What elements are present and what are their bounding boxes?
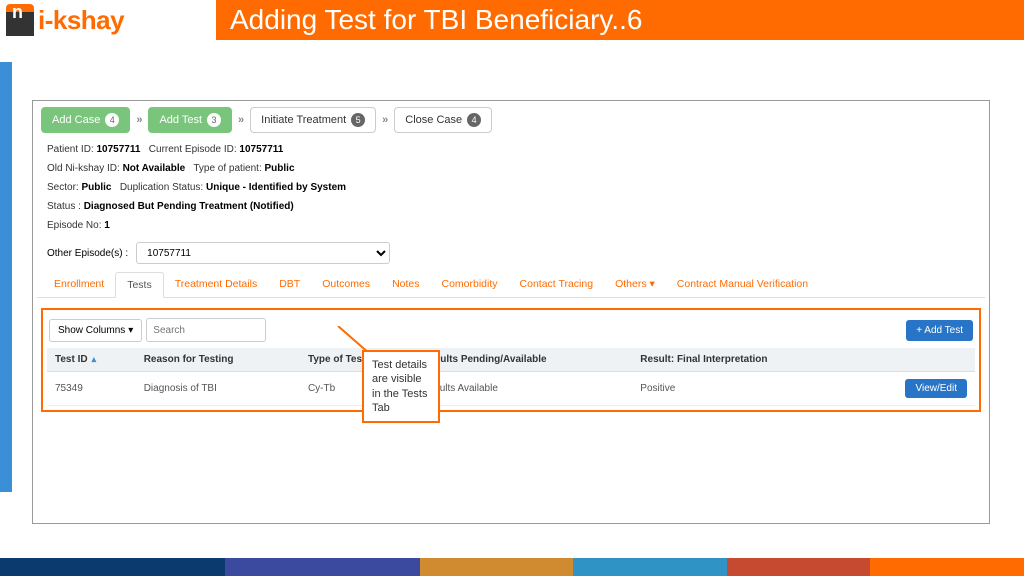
table-row: 75349 Diagnosis of TBI Cy-Tb Results Ava… bbox=[47, 372, 975, 406]
other-episodes-row: Other Episode(s) : 10757711 bbox=[37, 240, 985, 272]
close-case-badge: 4 bbox=[467, 113, 481, 127]
footer-color-strip bbox=[0, 558, 1024, 576]
current-episode-label: Current Episode ID: bbox=[149, 144, 237, 155]
tab-others[interactable]: Others ▾ bbox=[604, 272, 666, 297]
col-actions bbox=[855, 348, 975, 372]
patient-type-value: Public bbox=[265, 163, 295, 174]
show-columns-button[interactable]: Show Columns ▾ bbox=[49, 319, 142, 342]
sector-label: Sector: bbox=[47, 182, 79, 193]
workflow-step-bar: Add Case 4 » Add Test 3 » Initiate Treat… bbox=[37, 105, 985, 135]
tab-contact-tracing[interactable]: Contact Tracing bbox=[509, 272, 605, 297]
add-test-step-button[interactable]: Add Test 3 bbox=[148, 107, 232, 133]
patient-type-label: Type of patient: bbox=[193, 163, 261, 174]
initiate-treatment-step-button[interactable]: Initiate Treatment 5 bbox=[250, 107, 376, 133]
patient-id-value: 10757711 bbox=[96, 144, 140, 155]
episode-no-value: 1 bbox=[104, 220, 110, 231]
tab-comorbidity[interactable]: Comorbidity bbox=[431, 272, 509, 297]
other-episodes-select[interactable]: 10757711 bbox=[136, 242, 390, 264]
tests-table-area: Show Columns ▾ + Add Test Test ID▴ Reaso… bbox=[41, 308, 981, 412]
duplication-label: Duplication Status: bbox=[120, 182, 203, 193]
footer-segment bbox=[870, 558, 1024, 576]
cell-reason: Diagnosis of TBI bbox=[136, 372, 300, 406]
footer-segment bbox=[573, 558, 727, 576]
old-id-value: Not Available bbox=[123, 163, 186, 174]
footer-segment bbox=[225, 558, 420, 576]
patient-id-label: Patient ID: bbox=[47, 144, 94, 155]
add-test-button[interactable]: + Add Test bbox=[906, 320, 973, 341]
logo-area: i-kshay bbox=[0, 4, 216, 36]
tab-bar: Enrollment Tests Treatment Details DBT O… bbox=[37, 272, 985, 298]
tab-dbt[interactable]: DBT bbox=[268, 272, 311, 297]
callout-box: Test details are visible in the Tests Ta… bbox=[362, 350, 440, 423]
col-reason[interactable]: Reason for Testing bbox=[136, 348, 300, 372]
cell-results-pending: Results Available bbox=[414, 372, 632, 406]
add-case-step-button[interactable]: Add Case 4 bbox=[41, 107, 130, 133]
old-id-label: Old Ni-kshay ID: bbox=[47, 163, 120, 174]
add-case-badge: 4 bbox=[105, 113, 119, 127]
left-accent-strip bbox=[0, 62, 12, 492]
close-case-step-button[interactable]: Close Case 4 bbox=[394, 107, 492, 133]
tab-tests[interactable]: Tests bbox=[115, 272, 164, 298]
initiate-treatment-label: Initiate Treatment bbox=[261, 114, 346, 126]
tests-table: Test ID▴ Reason for Testing Type of Test… bbox=[47, 348, 975, 406]
footer-segment bbox=[420, 558, 574, 576]
caret-down-icon: ▾ bbox=[650, 278, 655, 290]
tab-outcomes[interactable]: Outcomes bbox=[311, 272, 381, 297]
initiate-treatment-badge: 5 bbox=[351, 113, 365, 127]
status-label: Status : bbox=[47, 201, 81, 212]
search-input[interactable] bbox=[146, 318, 266, 342]
tab-notes[interactable]: Notes bbox=[381, 272, 430, 297]
current-episode-value: 10757711 bbox=[239, 144, 283, 155]
view-edit-button[interactable]: View/Edit bbox=[905, 379, 967, 398]
add-case-label: Add Case bbox=[52, 114, 100, 126]
col-final-interpretation[interactable]: Result: Final Interpretation bbox=[632, 348, 854, 372]
chevron-right-icon: » bbox=[382, 114, 388, 126]
caret-down-icon: ▾ bbox=[128, 325, 133, 336]
other-episodes-label: Other Episode(s) : bbox=[47, 248, 128, 259]
patient-info-block: Patient ID: 10757711 Current Episode ID:… bbox=[37, 135, 985, 240]
sort-asc-icon: ▴ bbox=[92, 354, 97, 364]
close-case-label: Close Case bbox=[405, 114, 462, 126]
table-toolbar: Show Columns ▾ + Add Test bbox=[47, 314, 975, 348]
content-panel: Add Case 4 » Add Test 3 » Initiate Treat… bbox=[32, 100, 990, 524]
duplication-value: Unique - Identified by System bbox=[206, 182, 346, 193]
logo-text: i-kshay bbox=[38, 5, 124, 36]
cell-test-id: 75349 bbox=[47, 372, 136, 406]
status-value: Diagnosed But Pending Treatment (Notifie… bbox=[84, 201, 294, 212]
chevron-right-icon: » bbox=[238, 114, 244, 126]
tab-contract-manual-verification[interactable]: Contract Manual Verification bbox=[666, 272, 819, 297]
cell-final: Positive bbox=[632, 372, 854, 406]
sector-value: Public bbox=[81, 182, 111, 193]
tab-treatment-details[interactable]: Treatment Details bbox=[164, 272, 268, 297]
col-test-id[interactable]: Test ID▴ bbox=[47, 348, 136, 372]
header-bar: i-kshay Adding Test for TBI Beneficiary.… bbox=[0, 0, 1024, 40]
add-test-step-badge: 3 bbox=[207, 113, 221, 127]
footer-segment bbox=[0, 558, 225, 576]
episode-no-label: Episode No: bbox=[47, 220, 101, 231]
add-test-step-label: Add Test bbox=[159, 114, 202, 126]
page-title: Adding Test for TBI Beneficiary..6 bbox=[216, 0, 1024, 40]
col-results-pending[interactable]: Results Pending/Available bbox=[414, 348, 632, 372]
table-header-row: Test ID▴ Reason for Testing Type of Test… bbox=[47, 348, 975, 372]
footer-segment bbox=[727, 558, 870, 576]
tab-enrollment[interactable]: Enrollment bbox=[43, 272, 115, 297]
chevron-right-icon: » bbox=[136, 114, 142, 126]
nikshay-logo-icon bbox=[6, 4, 34, 36]
